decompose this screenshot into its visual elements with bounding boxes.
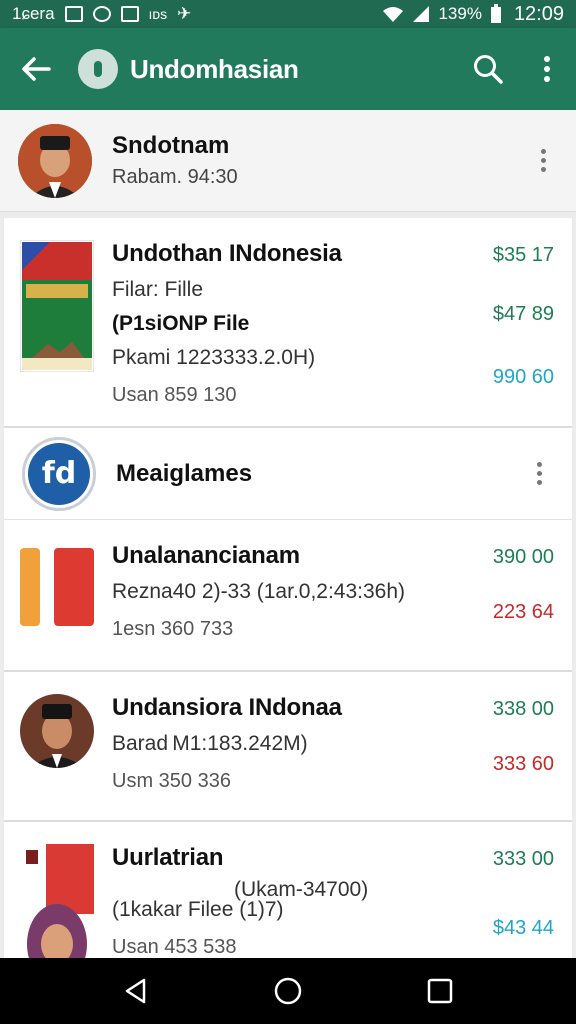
back-button[interactable]	[14, 47, 58, 91]
profile-avatar	[18, 123, 92, 198]
navigation-bar	[0, 958, 576, 1024]
search-icon	[474, 55, 503, 84]
nav-back-button[interactable]	[116, 971, 156, 1011]
status-bar: 1ɕera ıᴅs ✈ 139% 12:09	[0, 0, 576, 28]
amount-primary: $35 17	[492, 244, 554, 266]
profile-menu-button[interactable]	[528, 141, 558, 181]
amount-secondary: $47 89	[492, 303, 554, 325]
item-meta: Usan 453 538	[112, 936, 237, 958]
app-title: Undomhasian	[130, 53, 299, 84]
contact-thumbnail	[20, 844, 94, 958]
profile-status: Rabam. 94:30	[112, 166, 238, 188]
amount-secondary: 223 64	[492, 601, 554, 623]
section-menu-button[interactable]	[524, 454, 554, 494]
list-item[interactable]: Unalanancianam Rezna40 2)-33 (1ar.0,2:43…	[4, 520, 572, 672]
sync-icon	[92, 6, 111, 22]
square-recents-icon	[427, 978, 453, 1004]
status-misc: ıᴅs	[148, 6, 168, 22]
contact-avatar	[20, 694, 94, 768]
app-bar: Undomhasian	[0, 28, 576, 110]
app-logo	[78, 49, 118, 89]
battery-level: 139%	[438, 4, 482, 23]
item-title: Uurlatrian	[112, 844, 224, 871]
section-group: fd Meaiglames Unalanancianam Rezna40 2)-…	[4, 428, 572, 958]
document-thumbnail	[20, 240, 94, 372]
nav-home-button[interactable]	[268, 971, 308, 1011]
airplane-icon: ✈	[177, 4, 192, 23]
amount-primary: 390 00	[492, 546, 554, 568]
search-button[interactable]	[470, 51, 506, 87]
amount-tertiary: 990 60	[492, 366, 554, 388]
section-header[interactable]: fd Meaiglames	[4, 428, 572, 520]
battery-icon	[490, 4, 501, 23]
item-tag: (Ukam-34700)	[234, 878, 369, 901]
triangle-back-icon	[125, 978, 146, 1004]
list-item[interactable]: Undothan INdonesia Filar: Fille (P1siONP…	[4, 218, 572, 428]
section-title: Meaiglames	[116, 459, 253, 487]
profile-name: Sndotnam	[112, 132, 230, 159]
nav-recents-button[interactable]	[420, 971, 460, 1011]
overflow-menu-button[interactable]	[532, 49, 562, 89]
list-item[interactable]: Undansiora INdonaa Barad M1:183.242M) Us…	[4, 672, 572, 822]
arrow-back-icon	[22, 57, 51, 81]
file-icon	[120, 6, 139, 22]
conversation-list: Sndotnam Rabam. 94:30 Undothan INdonesia…	[0, 110, 576, 958]
circle-home-icon	[274, 977, 302, 1005]
flag-thumbnail	[20, 548, 94, 626]
group-logo: fd	[22, 436, 96, 511]
wifi-icon	[383, 7, 404, 22]
message-icon	[64, 6, 83, 22]
carrier-label: 1ɕera	[12, 4, 55, 23]
profile-header[interactable]: Sndotnam Rabam. 94:30	[0, 110, 576, 212]
clock: 12:09	[513, 2, 564, 25]
amount-primary: 338 00	[492, 698, 554, 720]
amount-secondary: 333 60	[492, 753, 554, 775]
list-item[interactable]: Uurlatrian (Ukam-34700) (1kakar Filee (1…	[4, 822, 572, 958]
signal-icon	[413, 6, 430, 22]
